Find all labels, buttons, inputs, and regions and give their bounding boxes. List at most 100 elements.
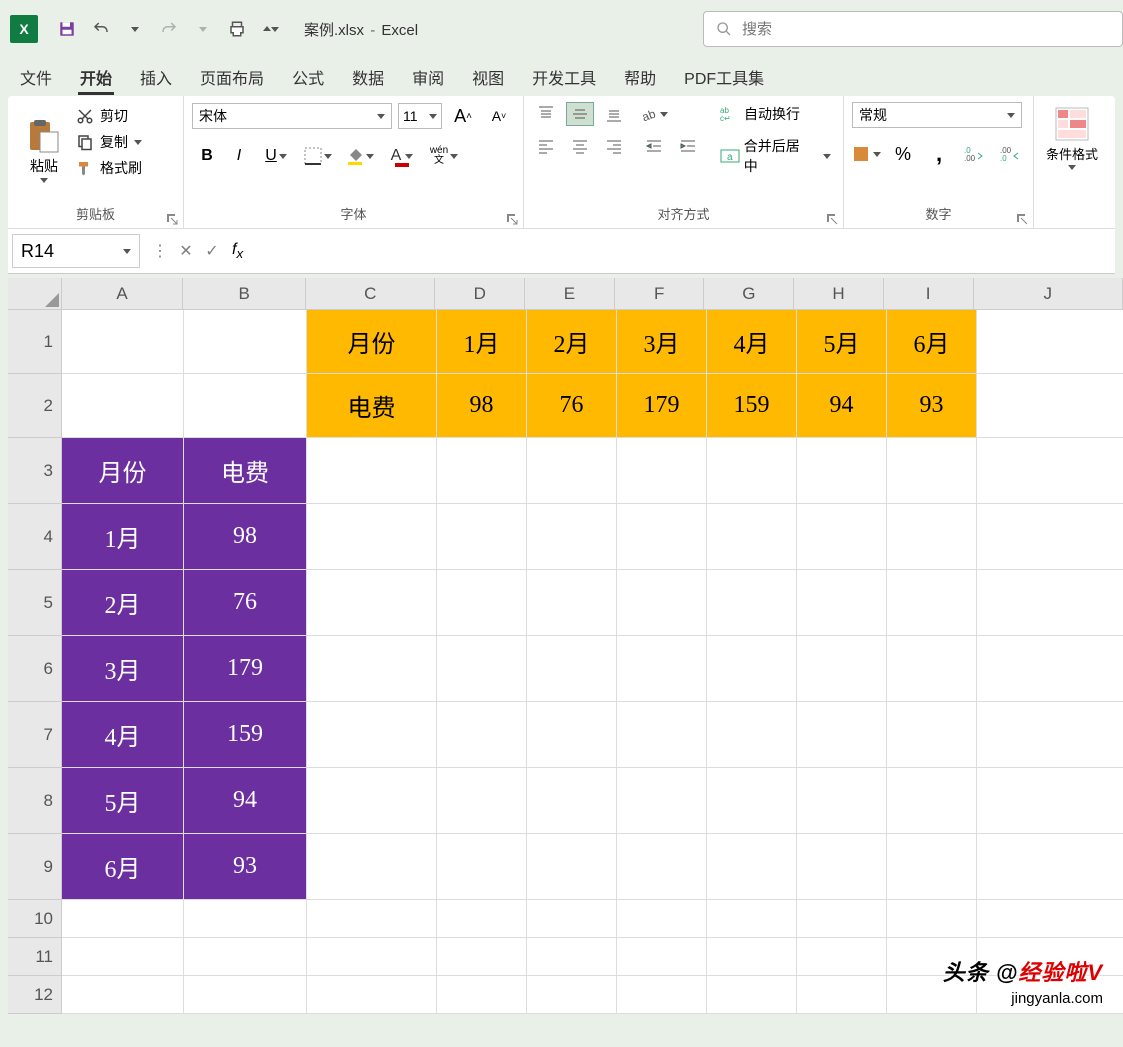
orientation-icon[interactable]: ab (640, 102, 668, 126)
cell-G2[interactable]: 159 (707, 374, 797, 438)
cell-G8[interactable] (707, 768, 797, 834)
row-header-12[interactable]: 12 (8, 976, 62, 1014)
cell-G12[interactable] (707, 976, 797, 1014)
increase-font-icon[interactable]: A˄ (448, 102, 478, 130)
cell-F8[interactable] (617, 768, 707, 834)
confirm-formula-icon[interactable]: ✓ (200, 239, 224, 263)
alignment-launcher-icon[interactable] (825, 212, 839, 226)
cell-B6[interactable]: 179 (184, 636, 307, 702)
paste-button[interactable]: 粘贴 (16, 102, 72, 198)
align-bottom-icon[interactable] (600, 102, 628, 126)
cell-C6[interactable] (307, 636, 437, 702)
align-right-icon[interactable] (600, 134, 628, 158)
cell-A5[interactable]: 2月 (62, 570, 184, 636)
cell-I7[interactable] (887, 702, 977, 768)
undo-dropdown-icon[interactable] (120, 14, 150, 44)
cell-B3[interactable]: 电费 (184, 438, 307, 504)
tab-formula[interactable]: 公式 (290, 59, 326, 95)
cell-G5[interactable] (707, 570, 797, 636)
cell-H2[interactable]: 94 (797, 374, 887, 438)
cell-H5[interactable] (797, 570, 887, 636)
cell-B4[interactable]: 98 (184, 504, 307, 570)
percent-format-icon[interactable]: % (889, 140, 917, 168)
cell-E2[interactable]: 76 (527, 374, 617, 438)
cell-C5[interactable] (307, 570, 437, 636)
cell-A3[interactable]: 月份 (62, 438, 184, 504)
redo-icon[interactable] (154, 14, 184, 44)
cell-F7[interactable] (617, 702, 707, 768)
cell-I4[interactable] (887, 504, 977, 570)
cell-A2[interactable] (62, 374, 184, 438)
align-center-icon[interactable] (566, 134, 594, 158)
col-header-B[interactable]: B (183, 278, 306, 310)
cell-F6[interactable] (617, 636, 707, 702)
cell-J5[interactable] (977, 570, 1123, 636)
format-painter-button[interactable]: 格式刷 (72, 156, 146, 180)
cell-C11[interactable] (307, 938, 437, 976)
col-header-G[interactable]: G (704, 278, 794, 310)
cell-G9[interactable] (707, 834, 797, 900)
cell-J7[interactable] (977, 702, 1123, 768)
border-button[interactable] (298, 142, 338, 170)
cut-button[interactable]: 剪切 (72, 104, 146, 128)
cell-I2[interactable]: 93 (887, 374, 977, 438)
font-size-select[interactable]: 11 (398, 103, 442, 129)
tab-home[interactable]: 开始 (78, 59, 114, 95)
conditional-format-button[interactable]: 条件格式 (1042, 102, 1102, 198)
cell-F9[interactable] (617, 834, 707, 900)
cell-J3[interactable] (977, 438, 1123, 504)
cell-A6[interactable]: 3月 (62, 636, 184, 702)
font-launcher-icon[interactable] (505, 212, 519, 226)
tab-review[interactable]: 审阅 (410, 59, 446, 95)
cell-C1[interactable]: 月份 (307, 310, 437, 374)
col-header-C[interactable]: C (306, 278, 436, 310)
font-color-button[interactable]: A (382, 142, 422, 170)
cell-H4[interactable] (797, 504, 887, 570)
accounting-format-icon[interactable] (852, 140, 881, 168)
row-header-7[interactable]: 7 (8, 702, 62, 768)
cell-A4[interactable]: 1月 (62, 504, 184, 570)
qat-customize-icon[interactable] (256, 14, 286, 44)
cell-A12[interactable] (62, 976, 184, 1014)
cell-D4[interactable] (437, 504, 527, 570)
merge-center-button[interactable]: a 合并后居中 (716, 134, 835, 178)
cell-J9[interactable] (977, 834, 1123, 900)
cell-F10[interactable] (617, 900, 707, 938)
col-header-D[interactable]: D (435, 278, 525, 310)
tab-file[interactable]: 文件 (18, 59, 54, 95)
formula-input[interactable] (251, 234, 1115, 268)
cell-E4[interactable] (527, 504, 617, 570)
cell-E9[interactable] (527, 834, 617, 900)
cell-A7[interactable]: 4月 (62, 702, 184, 768)
cell-J6[interactable] (977, 636, 1123, 702)
tab-pdf[interactable]: PDF工具集 (682, 59, 766, 95)
cell-E12[interactable] (527, 976, 617, 1014)
decrease-decimal-icon[interactable]: .00.0 (997, 140, 1025, 168)
cell-F12[interactable] (617, 976, 707, 1014)
search-box[interactable] (703, 11, 1123, 47)
cell-D7[interactable] (437, 702, 527, 768)
cell-G4[interactable] (707, 504, 797, 570)
cell-B8[interactable]: 94 (184, 768, 307, 834)
cell-G11[interactable] (707, 938, 797, 976)
cell-I10[interactable] (887, 900, 977, 938)
cell-D8[interactable] (437, 768, 527, 834)
cell-B12[interactable] (184, 976, 307, 1014)
align-middle-icon[interactable] (566, 102, 594, 126)
indent-decrease-icon[interactable] (640, 134, 668, 158)
cell-B7[interactable]: 159 (184, 702, 307, 768)
cell-F1[interactable]: 3月 (617, 310, 707, 374)
col-header-E[interactable]: E (525, 278, 615, 310)
cell-H12[interactable] (797, 976, 887, 1014)
cell-G3[interactable] (707, 438, 797, 504)
tab-view[interactable]: 视图 (470, 59, 506, 95)
cell-F11[interactable] (617, 938, 707, 976)
cell-B2[interactable] (184, 374, 307, 438)
cell-D12[interactable] (437, 976, 527, 1014)
col-header-I[interactable]: I (884, 278, 974, 310)
cell-H3[interactable] (797, 438, 887, 504)
tab-help[interactable]: 帮助 (622, 59, 658, 95)
search-input[interactable] (742, 21, 1110, 38)
cell-I9[interactable] (887, 834, 977, 900)
row-header-10[interactable]: 10 (8, 900, 62, 938)
